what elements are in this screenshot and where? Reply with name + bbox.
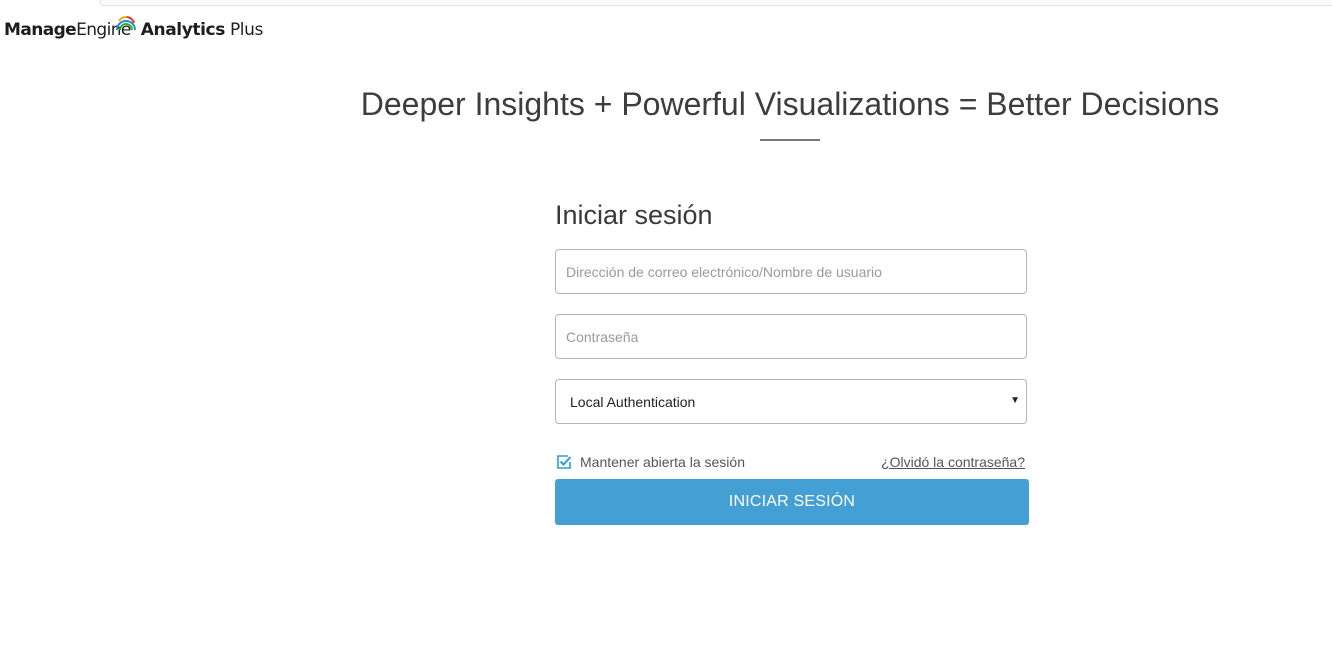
password-input[interactable] bbox=[555, 314, 1027, 359]
caret-down-icon: ▼ bbox=[1010, 395, 1020, 406]
product-name: Analytics Plus bbox=[140, 16, 264, 44]
authentication-select[interactable]: Local Authentication ▼ bbox=[555, 379, 1027, 424]
manageengine-logo: ManageEngine Analytics Plus bbox=[4, 16, 263, 44]
product-plus-text: Plus bbox=[229, 20, 263, 40]
browser-top-strip bbox=[100, 0, 1332, 6]
sign-in-button[interactable]: INICIAR SESIÓN bbox=[555, 479, 1029, 525]
page-headline: Deeper Insights + Powerful Visualization… bbox=[360, 86, 1220, 122]
login-title: Iniciar sesión bbox=[555, 200, 713, 230]
login-options-row: Mantener abierta la sesión ¿Olvidó la co… bbox=[555, 452, 1027, 472]
brand-manage-text: Manage bbox=[4, 20, 77, 40]
checkbox-checked-icon[interactable] bbox=[555, 453, 573, 471]
product-analytics-text: Analytics bbox=[140, 20, 226, 40]
logo-arc-icon bbox=[115, 16, 136, 31]
keep-signed-in-label: Mantener abierta la sesión bbox=[580, 454, 745, 470]
brand-name: ManageEngine bbox=[4, 16, 136, 44]
email-username-input[interactable] bbox=[555, 249, 1027, 294]
headline-divider bbox=[760, 139, 820, 141]
keep-signed-in-checkbox[interactable]: Mantener abierta la sesión bbox=[555, 453, 745, 471]
authentication-select-value: Local Authentication bbox=[570, 393, 696, 410]
forgot-password-link[interactable]: ¿Olvidó la contraseña? bbox=[881, 454, 1025, 470]
